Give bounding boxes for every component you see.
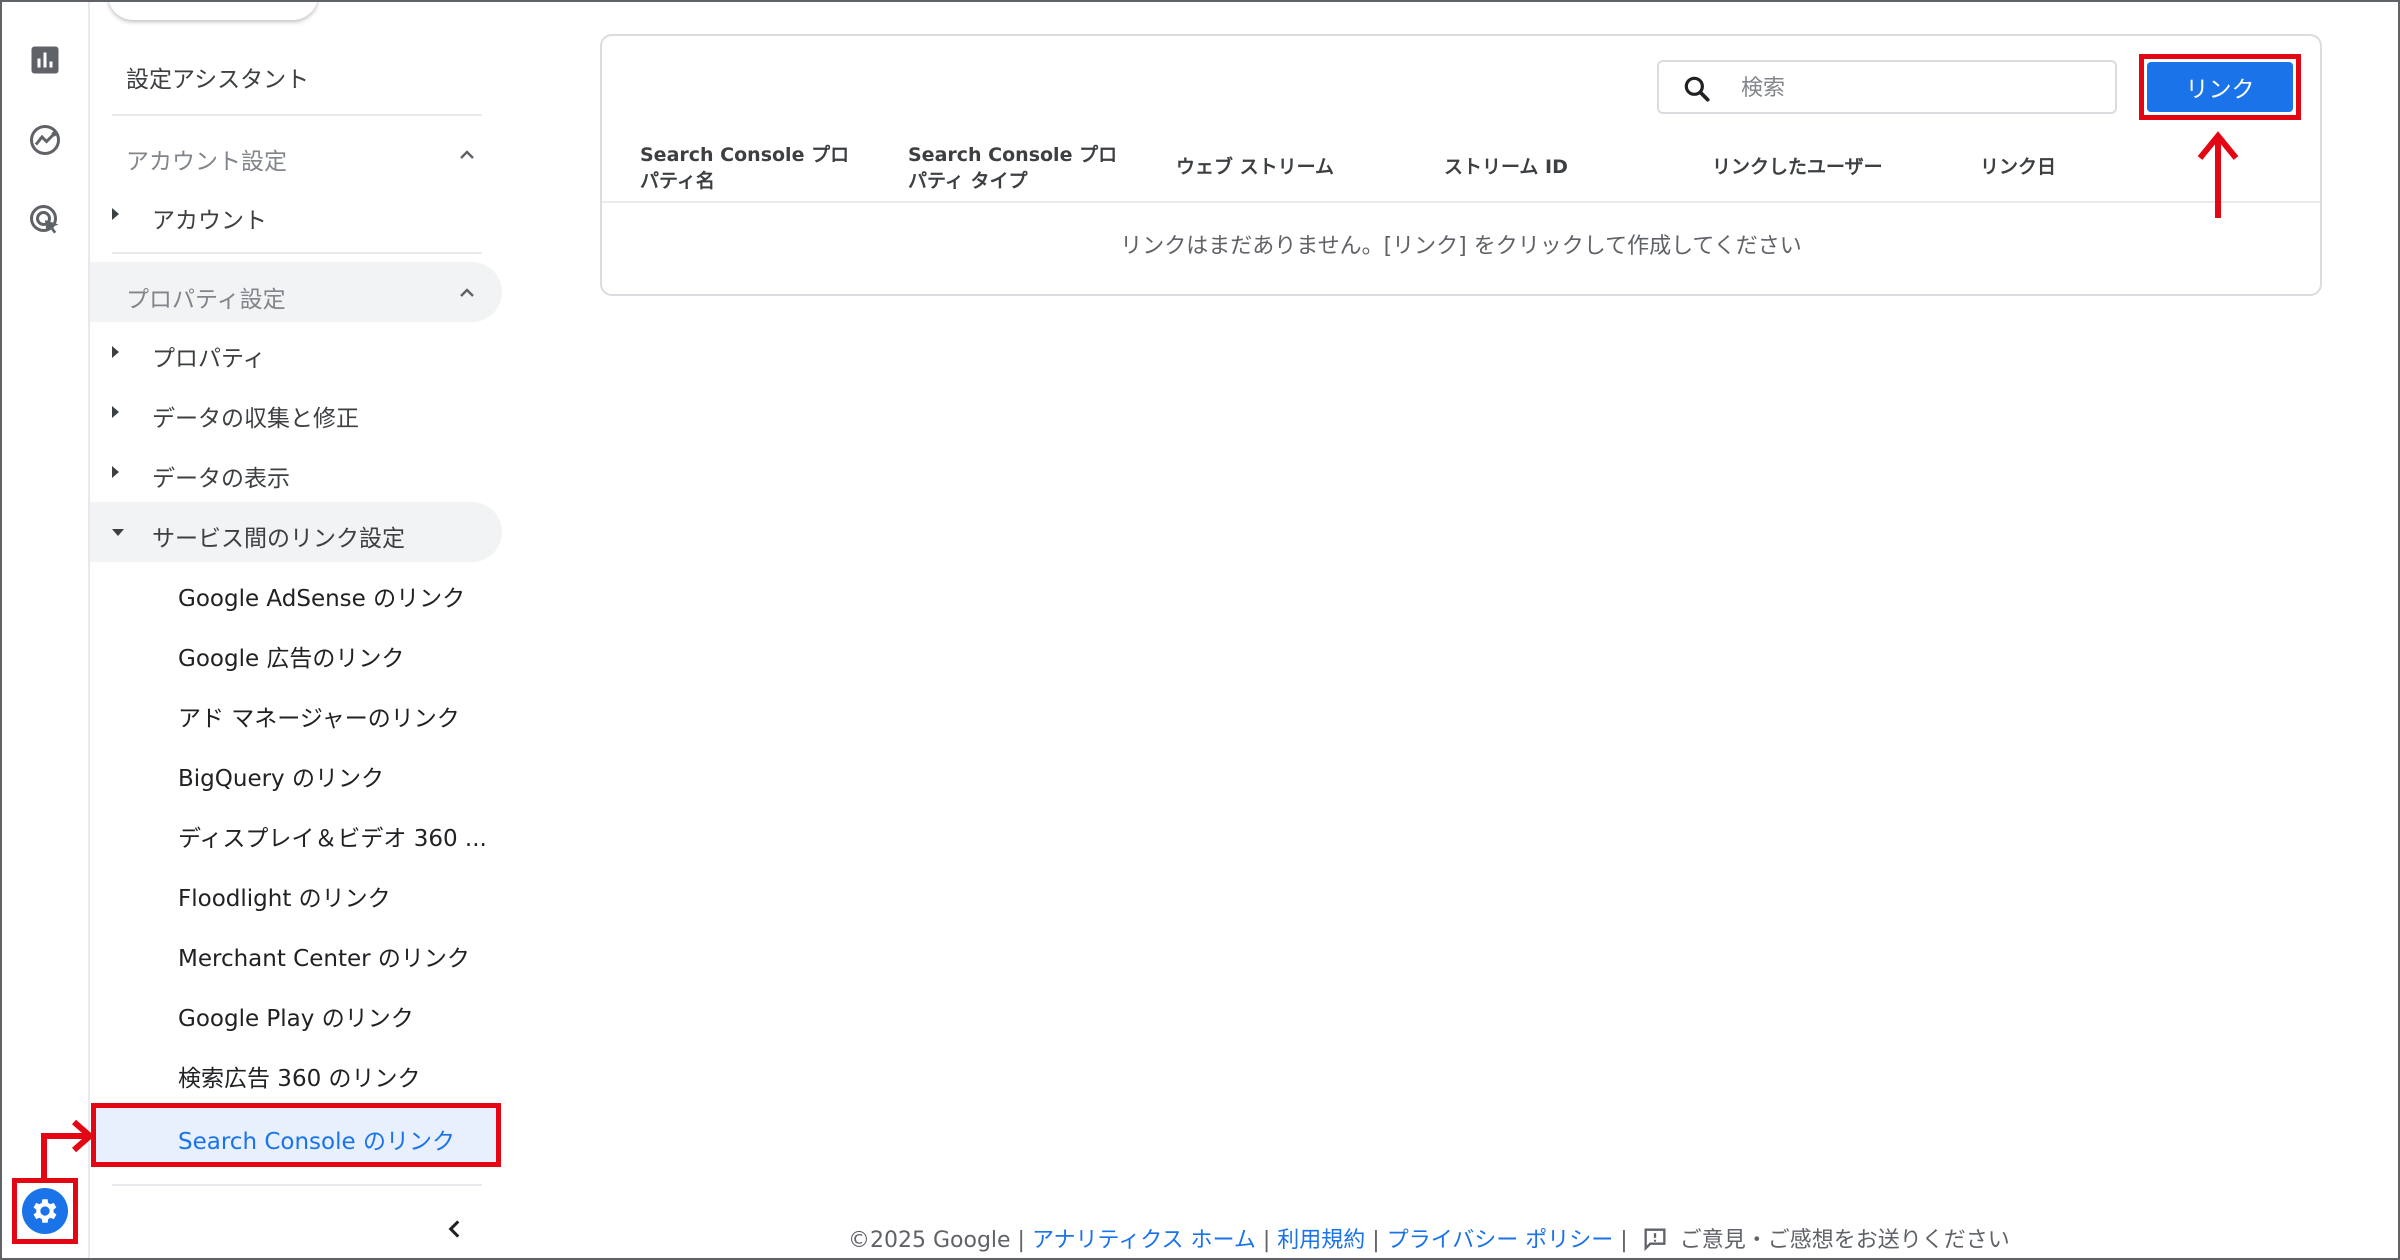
account-item[interactable]: アカウント xyxy=(152,201,267,235)
column-header-link-date[interactable]: リンク日 xyxy=(1980,154,2056,180)
link-item-bigquery[interactable]: BigQuery のリンク xyxy=(178,759,384,793)
annotation-arrow-to-link xyxy=(41,1119,95,1180)
advertising-icon[interactable] xyxy=(27,202,63,238)
property-item[interactable]: プロパティ xyxy=(152,339,266,373)
footer: ©2025 Google | アナリティクス ホーム | 利用規約 | プライバ… xyxy=(848,1222,2010,1257)
admin-settings-highlight xyxy=(12,1178,78,1244)
caret-right-icon xyxy=(112,208,119,220)
explore-icon[interactable] xyxy=(27,122,63,158)
admin-settings-button[interactable] xyxy=(22,1188,68,1234)
caret-down-icon xyxy=(112,529,124,536)
product-links-item[interactable]: サービス間のリンク設定 xyxy=(152,519,405,553)
footer-feedback-link[interactable]: ご意見・ご感想をお送りください xyxy=(1680,1228,2010,1253)
reports-icon[interactable] xyxy=(27,42,63,78)
link-item-search-console[interactable]: Search Console のリンク xyxy=(91,1103,501,1167)
search-box[interactable] xyxy=(1657,60,2117,114)
chevron-up-icon[interactable] xyxy=(455,281,479,305)
column-header-linked-user[interactable]: リンクしたユーザー xyxy=(1712,154,1883,180)
footer-analytics-home-link[interactable]: アナリティクス ホーム xyxy=(1032,1228,1256,1253)
table-header-divider xyxy=(602,201,2320,203)
search-icon xyxy=(1684,76,1710,102)
column-header-property-name[interactable]: Search Console プロ パティ名 xyxy=(640,142,849,194)
sidebar-divider xyxy=(112,252,482,254)
data-display-item[interactable]: データの表示 xyxy=(152,459,290,493)
link-item-dv360[interactable]: ディスプレイ＆ビデオ 360 ... xyxy=(178,819,487,853)
search-input[interactable] xyxy=(1741,70,2101,106)
empty-table-message: リンクはまだありません。[リンク] をクリックして作成してください xyxy=(1120,234,1802,259)
footer-privacy-link[interactable]: プライバシー ポリシー xyxy=(1387,1228,1614,1253)
link-item-google-ads[interactable]: Google 広告のリンク xyxy=(178,639,404,673)
collapse-sidebar-icon[interactable] xyxy=(442,1216,468,1242)
column-header-property-type[interactable]: Search Console プロ パティ タイプ xyxy=(908,142,1117,194)
sidebar-top-button[interactable] xyxy=(108,0,318,20)
chevron-up-icon[interactable] xyxy=(455,143,479,167)
link-item-merchant-center[interactable]: Merchant Center のリンク xyxy=(178,939,470,973)
link-button-highlight: リンク xyxy=(2139,54,2301,120)
link-item-search-ads-360[interactable]: 検索広告 360 のリンク xyxy=(178,1059,421,1093)
search-console-links-card: リンク Search Console プロパティ名 Search Console… xyxy=(600,34,2322,296)
column-header-web-stream[interactable]: ウェブ ストリーム xyxy=(1176,154,1334,180)
sidebar-divider xyxy=(112,114,482,116)
link-item-google-play[interactable]: Google Play のリンク xyxy=(178,999,414,1033)
caret-right-icon xyxy=(112,406,119,418)
data-collection-item[interactable]: データの収集と修正 xyxy=(152,399,359,433)
link-item-floodlight[interactable]: Floodlight のリンク xyxy=(178,879,391,913)
admin-sidebar: 設定アシスタント アカウント設定 アカウント プロパティ設定 プロパティ データ… xyxy=(90,0,510,1260)
account-settings-section[interactable]: アカウント設定 xyxy=(126,142,287,176)
column-header-stream-id[interactable]: ストリーム ID xyxy=(1444,154,1568,180)
link-button[interactable]: リンク xyxy=(2147,62,2293,112)
gear-icon xyxy=(33,1199,57,1223)
footer-terms-link[interactable]: 利用規約 xyxy=(1277,1228,1365,1253)
annotation-arrow-to-link-button xyxy=(2197,131,2239,218)
link-item-ad-manager[interactable]: アド マネージャーのリンク xyxy=(178,699,460,733)
link-item-search-console-label: Search Console のリンク xyxy=(178,1129,455,1155)
footer-copyright: ©2025 Google xyxy=(848,1228,1011,1253)
setup-assistant-item[interactable]: 設定アシスタント xyxy=(126,60,309,94)
link-item-adsense[interactable]: Google AdSense のリンク xyxy=(178,579,465,613)
sidebar-divider xyxy=(112,1184,482,1186)
caret-right-icon xyxy=(112,466,119,478)
caret-right-icon xyxy=(112,346,119,358)
property-settings-section[interactable]: プロパティ設定 xyxy=(126,280,286,314)
left-rail xyxy=(0,0,90,1260)
feedback-icon[interactable] xyxy=(1641,1225,1669,1253)
